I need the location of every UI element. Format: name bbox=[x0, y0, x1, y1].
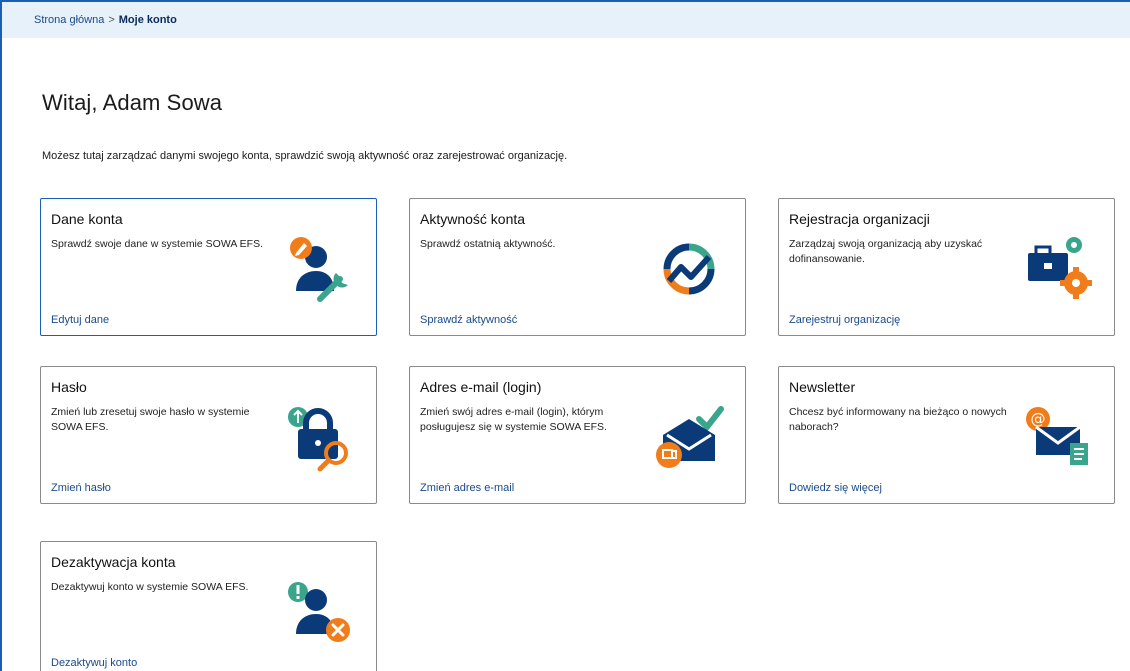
card-title: Dane konta bbox=[51, 211, 123, 227]
breadcrumb-separator: > bbox=[108, 14, 115, 26]
card-email-address: Adres e-mail (login) Zmień swój adres e-… bbox=[409, 366, 746, 504]
newsletter-more-link[interactable]: Dowiedz się więcej bbox=[789, 482, 882, 494]
card-description: Sprawdź ostatnią aktywność. bbox=[420, 238, 556, 250]
newsletter-envelope-icon: @ bbox=[1026, 407, 1088, 465]
change-password-link[interactable]: Zmień hasło bbox=[51, 482, 111, 494]
edit-data-link[interactable]: Edytuj dane bbox=[51, 314, 109, 326]
deactivate-account-link[interactable]: Dezaktywuj konto bbox=[51, 657, 137, 669]
card-title: Newsletter bbox=[789, 379, 856, 395]
briefcase-gear-icon bbox=[1028, 237, 1092, 299]
svg-text:@: @ bbox=[1031, 410, 1046, 428]
card-account-data: Dane konta Sprawdź swoje dane w systemie… bbox=[40, 198, 377, 336]
card-description: Zarządzaj swoją organizacją aby uzyskać … bbox=[789, 238, 983, 265]
card-organization-registration: Rejestracja organizacji Zarządzaj swoją … bbox=[778, 198, 1115, 336]
page-frame: Strona główna > Moje konto Witaj, Adam S… bbox=[0, 0, 1130, 671]
card-newsletter: Newsletter Chcesz być informowany na bie… bbox=[778, 366, 1115, 504]
card-title: Hasło bbox=[51, 379, 87, 395]
register-organization-link[interactable]: Zarejestruj organizację bbox=[789, 314, 900, 326]
check-activity-link[interactable]: Sprawdź aktywność bbox=[420, 314, 517, 326]
change-email-link[interactable]: Zmień adres e-mail bbox=[420, 482, 514, 494]
padlock-search-icon bbox=[288, 407, 348, 472]
breadcrumb-home-link[interactable]: Strona główna bbox=[34, 14, 104, 26]
card-title: Aktywność konta bbox=[420, 211, 526, 227]
breadcrumb: Strona główna > Moje konto bbox=[2, 2, 1130, 38]
card-account-deactivation: Dezaktywacja konta Dezaktywuj konto w sy… bbox=[40, 541, 377, 671]
card-description: Zmień lub zresetuj swoje hasło w systemi… bbox=[51, 406, 250, 433]
card-description: Sprawdź swoje dane w systemie SOWA EFS. bbox=[51, 238, 264, 250]
card-password: Hasło Zmień lub zresetuj swoje hasło w s… bbox=[40, 366, 377, 504]
activity-chart-icon bbox=[663, 243, 715, 295]
card-description: Chcesz być informowany na bieżąco o nowy… bbox=[789, 406, 1007, 433]
envelope-check-icon bbox=[656, 406, 724, 468]
page-title: Witaj, Adam Sowa bbox=[42, 90, 223, 115]
user-remove-icon bbox=[288, 582, 350, 642]
card-title: Adres e-mail (login) bbox=[420, 379, 542, 395]
card-title: Rejestracja organizacji bbox=[789, 211, 930, 227]
page-intro: Możesz tutaj zarządzać danymi swojego ko… bbox=[42, 150, 568, 162]
breadcrumb-current: Moje konto bbox=[118, 14, 177, 26]
card-description: Zmień swój adres e-mail (login), którym … bbox=[420, 406, 607, 433]
card-account-activity: Aktywność konta Sprawdź ostatnią aktywno… bbox=[409, 198, 746, 336]
user-edit-icon bbox=[290, 237, 348, 302]
card-title: Dezaktywacja konta bbox=[51, 554, 176, 570]
card-description: Dezaktywuj konto w systemie SOWA EFS. bbox=[51, 581, 249, 593]
